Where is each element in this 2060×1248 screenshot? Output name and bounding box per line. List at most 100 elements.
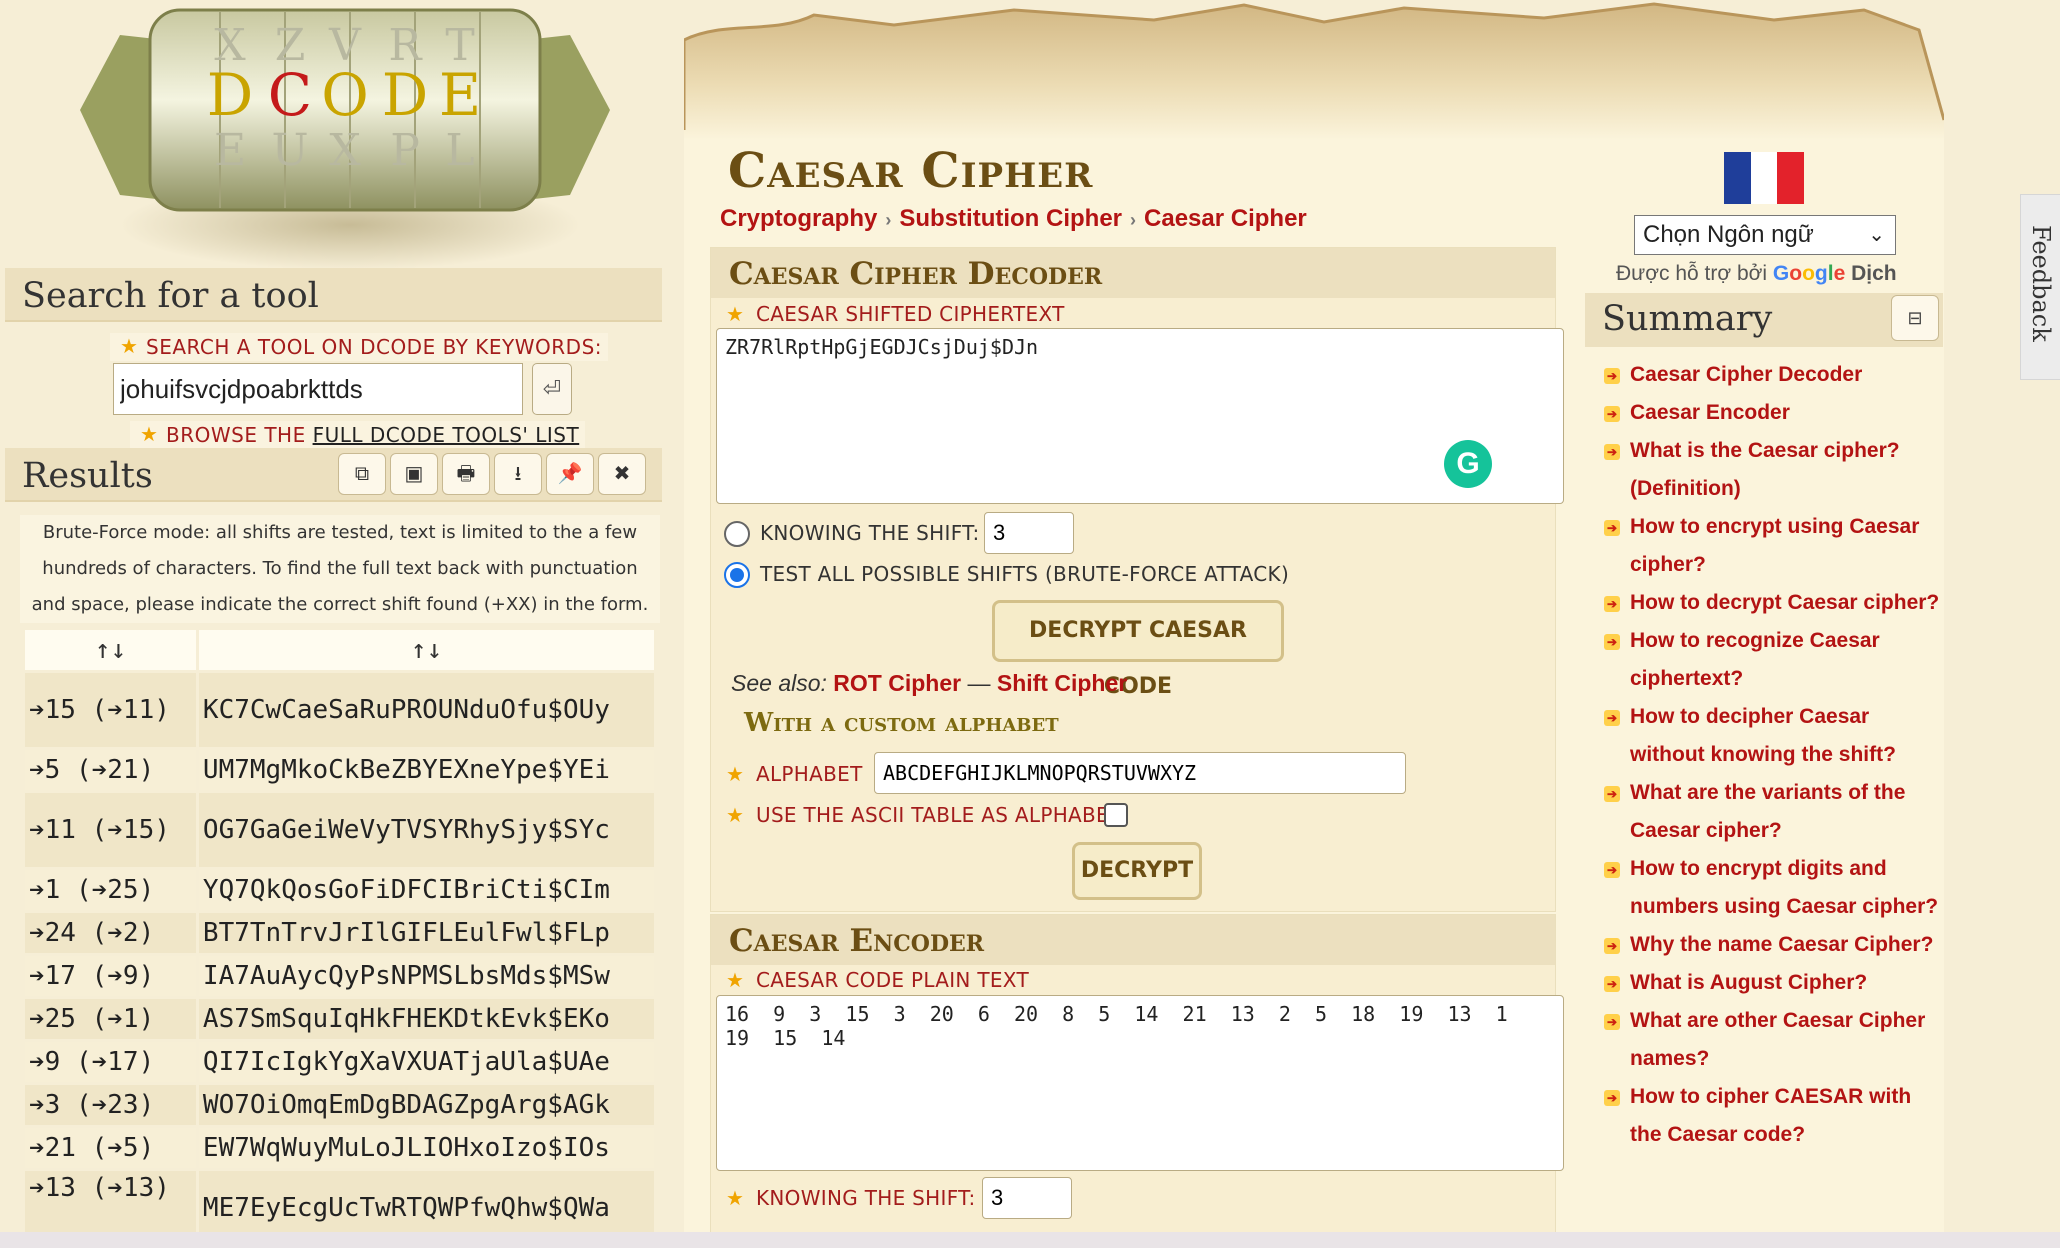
shift-input[interactable] [984,512,1074,554]
chevron-down-icon: ⌄ [1868,224,1885,246]
table-row[interactable]: ➔11 (➔15) OG7GaGeiWeVyTVSYRhySjy$SYc [25,793,654,867]
arrow-bullet-icon: ➔ [1604,976,1620,992]
shift-cipher-link[interactable]: Shift Cipher [997,670,1127,696]
decoded-text-cell: WO7OiOmqEmDgBDAGZpgArg$AGk [198,1085,654,1125]
shift-cell: ➔17 (➔9) [25,956,196,996]
summary-item[interactable]: ➔ How to decrypt Caesar cipher? [1600,584,1944,622]
table-row[interactable]: ➔5 (➔21) UM7MgMkoCkBeZBYEXneYpe$YEi [25,750,654,790]
alphabet-label: ★ ALPHABET [720,762,863,786]
summary-item[interactable]: ➔ How to cipher CAESAR with the Caesar co… [1600,1078,1944,1154]
collapse-summary-button[interactable]: ⊟ [1891,295,1939,341]
table-row[interactable]: ➔3 (➔23) WO7OiOmqEmDgBDAGZpgArg$AGk [25,1085,654,1125]
custom-alphabet-heading: With a custom alphabet [744,708,1059,738]
page-title: Caesar Cipher [728,143,1094,199]
breadcrumb-cryptography[interactable]: Cryptography [720,205,877,232]
screenshot-results-button[interactable]: ▣ [390,453,438,495]
summary-item[interactable]: ➔ Caesar Cipher Decoder [1600,356,1944,394]
french-flag-icon[interactable] [1724,152,1805,204]
summary-link[interactable]: What are other Caesar Cipher names? [1630,1009,1925,1070]
logo-letter: X [329,125,361,176]
table-row[interactable]: ➔15 (➔11) KC7CwCaeSaRuPROUNduOfu$OUy [25,673,654,747]
summary-item[interactable]: ➔ What is the Caesar cipher? (Definition) [1600,432,1944,508]
print-icon: 🖶 [456,463,476,485]
google-logo[interactable]: Google [1773,262,1845,285]
summary-link[interactable]: How to encrypt digits and numbers using … [1630,857,1938,918]
plaintext-input[interactable]: 16 9 3 15 3 20 6 20 8 5 14 21 13 2 5 18 … [716,995,1564,1171]
summary-item[interactable]: ➔ Caesar Encoder [1600,394,1944,432]
arrow-bullet-icon: ➔ [1604,786,1620,802]
print-results-button[interactable]: 🖶 [442,453,490,495]
table-row[interactable]: ➔1 (➔25) YQ7QkQosGoFiDFCIBriCti$CIm [25,870,654,910]
decrypt-button[interactable]: DECRYPT [1072,842,1202,900]
summary-link[interactable]: What are the variants of the Caesar ciph… [1630,781,1905,842]
summary-link[interactable]: Caesar Encoder [1630,401,1790,424]
sort-shift-header[interactable]: ↑↓ [25,630,196,670]
ciphertext-label-text: CAESAR SHIFTED CIPHERTEXT [756,302,1065,326]
search-submit-button[interactable]: ⏎ [532,363,572,415]
logo-letter: P [390,125,420,176]
download-icon: ⭳ [514,463,522,485]
decrypt-caesar-button[interactable]: DECRYPT CAESAR CODE [992,600,1284,699]
full-tools-list-link[interactable]: FULL DCODE TOOLS' LIST [313,423,580,447]
table-row[interactable]: ➔21 (➔5) EW7WqWuyMuLoJLIOHxoIzo$IOs [25,1128,654,1168]
collapse-icon: ⊟ [1907,308,1923,328]
plaintext-label-text: CAESAR CODE PLAIN TEXT [756,968,1029,992]
shift-cell: ➔9 (➔17) [25,1042,196,1082]
summary-link[interactable]: How to encrypt using Caesar cipher? [1630,515,1919,576]
summary-link[interactable]: Why the name Caesar Cipher? [1630,933,1933,956]
summary-header: Summary ⊟ [1585,293,1943,347]
arrow-bullet-icon: ➔ [1604,406,1620,422]
see-also-separator: — [967,670,991,696]
arrow-bullet-icon: ➔ [1604,862,1620,878]
summary-item[interactable]: ➔ What are other Caesar Cipher names? [1600,1002,1944,1078]
breadcrumb-substitution[interactable]: Substitution Cipher [899,205,1122,232]
summary-link[interactable]: How to decrypt Caesar cipher? [1630,591,1939,614]
summary-item[interactable]: ➔ What are the variants of the Caesar cip… [1600,774,1944,850]
breadcrumb-caesar[interactable]: Caesar Cipher [1144,205,1307,232]
summary-link[interactable]: How to decipher Caesar without knowing t… [1630,705,1896,766]
encoder-shift-input[interactable] [982,1177,1072,1219]
pin-results-button[interactable]: 📌 [546,453,594,495]
summary-item[interactable]: ➔ How to encrypt using Caesar cipher? [1600,508,1944,584]
close-results-button[interactable]: ✖ [598,453,646,495]
summary-item[interactable]: ➔ What is August Cipher? [1600,964,1944,1002]
rot-cipher-link[interactable]: ROT Cipher [833,670,961,696]
sort-text-header[interactable]: ↑↓ [198,630,654,670]
dcode-logo[interactable]: X Z V R T E U X P L D C O D E [80,0,610,270]
parchment-header [684,0,1944,140]
decoded-text-cell: IA7AuAycQyPsNPMSLbsMds$MSw [198,956,654,996]
table-row[interactable]: ➔9 (➔17) QI7IcIgkYgXaVXUATjaUla$UAe [25,1042,654,1082]
summary-link[interactable]: Caesar Cipher Decoder [1630,363,1862,386]
decoded-text-cell: BT7TnTrvJrIlGIFLEulFwl$FLp [198,913,654,953]
ascii-checkbox[interactable] [1104,803,1128,827]
grammarly-icon[interactable]: G [1444,440,1492,488]
copy-results-button[interactable]: ⧉ [338,453,386,495]
ascii-label-text: USE THE ASCII TABLE AS ALPHABET [756,803,1122,827]
table-row[interactable]: ➔17 (➔9) IA7AuAycQyPsNPMSLbsMds$MSw [25,956,654,996]
summary-item[interactable]: ➔ Why the name Caesar Cipher? [1600,926,1944,964]
logo-letter: U [271,125,308,176]
translate-link[interactable]: Dịch [1851,262,1897,285]
table-row[interactable]: ➔24 (➔2) BT7TnTrvJrIlGIFLEulFwl$FLp [25,913,654,953]
summary-item[interactable]: ➔ How to recognize Caesar ciphertext? [1600,622,1944,698]
summary-link[interactable]: What is August Cipher? [1630,971,1867,994]
summary-link[interactable]: How to recognize Caesar ciphertext? [1630,629,1880,690]
enter-icon: ⏎ [542,376,562,401]
summary-link[interactable]: What is the Caesar cipher? (Definition) [1630,439,1900,500]
table-row[interactable]: ➔25 (➔1) AS7SmSquIqHkFHEKDtkEvk$EKo [25,999,654,1039]
download-results-button[interactable]: ⭳ [494,453,542,495]
chevron-right-icon: › [1130,210,1137,230]
tool-search-input[interactable] [113,363,523,415]
summary-link[interactable]: How to cipher CAESAR with the Caesar cod… [1630,1085,1911,1146]
alphabet-input[interactable] [874,752,1406,794]
arrow-bullet-icon: ➔ [1604,710,1620,726]
logo-letter: E [214,125,246,176]
knowing-shift-radio[interactable] [724,521,750,547]
ciphertext-input[interactable]: ZR7RlRptHpGjEGDJCsjDuj$DJn [716,328,1564,504]
brute-force-radio[interactable] [724,562,750,588]
summary-list: ➔ Caesar Cipher Decoder ➔ Caesar Encoder ➔… [1600,356,1944,1154]
summary-item[interactable]: ➔ How to encrypt digits and numbers using… [1600,850,1944,926]
language-select[interactable]: Chọn Ngôn ngữ ⌄ [1634,215,1896,255]
summary-item[interactable]: ➔ How to decipher Caesar without knowing … [1600,698,1944,774]
feedback-tab[interactable]: Feedback [2020,194,2060,380]
